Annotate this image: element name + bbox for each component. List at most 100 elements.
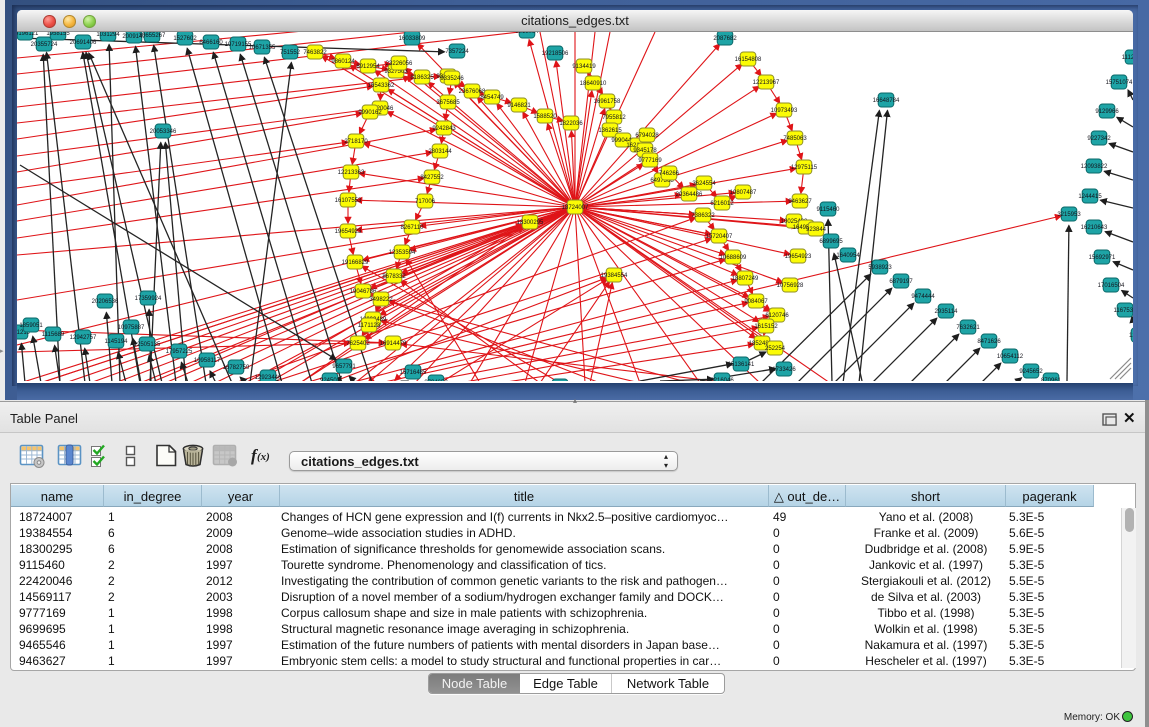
svg-text:19654923: 19654923	[785, 254, 812, 260]
svg-text:6120746: 6120746	[765, 313, 789, 319]
svg-text:923844: 923844	[806, 227, 827, 233]
svg-text:8186325: 8186325	[410, 75, 434, 81]
svg-text:1112045: 1112045	[1122, 55, 1133, 61]
svg-text:1145194: 1145194	[105, 339, 129, 345]
svg-text:1171123: 1171123	[358, 323, 381, 329]
svg-text:1615152: 1615152	[754, 324, 778, 330]
svg-text:1167533: 1167533	[1114, 308, 1133, 314]
svg-text:6466160: 6466160	[199, 40, 223, 46]
svg-text:18300295: 18300295	[517, 220, 544, 226]
svg-text:9227342: 9227342	[1087, 136, 1111, 142]
svg-text:20355724: 20355724	[31, 42, 58, 48]
svg-text:16154808: 16154808	[735, 57, 762, 63]
svg-text:120345: 120345	[1129, 333, 1133, 339]
svg-text:9860124: 9860124	[331, 59, 355, 65]
svg-text:2718170: 2718170	[344, 139, 368, 145]
svg-text:1822036: 1822036	[559, 121, 583, 127]
svg-text:252254: 252254	[765, 346, 786, 352]
svg-text:17016504: 17016504	[1098, 283, 1125, 289]
svg-text:12213967: 12213967	[753, 80, 780, 86]
svg-text:9335246: 9335246	[440, 76, 464, 82]
svg-text:15720407: 15720407	[706, 234, 733, 240]
svg-text:6216012: 6216012	[710, 201, 734, 207]
svg-text:10958117: 10958117	[194, 358, 221, 364]
svg-text:16210643: 16210643	[1081, 225, 1108, 231]
svg-text:20196121: 20196121	[17, 32, 39, 37]
svg-text:20364486: 20364486	[676, 192, 703, 198]
svg-text:18807249: 18807249	[732, 276, 759, 282]
svg-text:9084067: 9084067	[744, 299, 768, 305]
svg-text:746266: 746266	[659, 171, 680, 177]
svg-text:870961: 870961	[1041, 378, 1062, 381]
svg-text:3675685: 3675685	[436, 100, 460, 106]
svg-text:7485063: 7485063	[783, 136, 807, 142]
svg-text:16648784: 16648784	[873, 98, 900, 104]
svg-text:12353594: 12353594	[389, 250, 416, 256]
svg-text:9990162: 9990162	[358, 110, 382, 116]
svg-text:1859051: 1859051	[19, 323, 43, 329]
svg-text:9129966: 9129966	[1095, 109, 1119, 115]
svg-text:1031294: 1031294	[96, 32, 120, 38]
svg-text:10973493: 10973493	[771, 108, 798, 114]
svg-text:12923446: 12923446	[255, 375, 282, 381]
svg-text:1588520: 1588520	[533, 114, 557, 120]
svg-text:10655267: 10655267	[139, 33, 166, 39]
svg-text:20053346: 20053346	[150, 129, 177, 135]
svg-text:7632621: 7632621	[956, 325, 980, 331]
svg-text:15692971: 15692971	[1089, 255, 1116, 261]
svg-text:10671355: 10671355	[249, 45, 276, 51]
svg-text:9242843: 9242843	[432, 126, 456, 132]
svg-text:7955812: 7955812	[602, 115, 626, 121]
svg-text:9115460: 9115460	[817, 207, 841, 213]
svg-text:9146821: 9146821	[507, 103, 531, 109]
svg-text:17359924: 17359924	[135, 296, 162, 302]
svg-text:16914479: 16914479	[380, 341, 407, 347]
svg-text:6794028: 6794028	[635, 133, 659, 139]
svg-text:7386322: 7386322	[691, 213, 715, 219]
svg-text:9134419: 9134419	[572, 64, 596, 70]
svg-text:8267110: 8267110	[401, 225, 425, 231]
svg-text:15136141: 15136141	[728, 362, 755, 368]
svg-text:2803144: 2803144	[428, 149, 452, 155]
svg-text:9245652: 9245652	[1019, 369, 1043, 375]
svg-text:1958155: 1958155	[46, 32, 70, 37]
svg-text:23226056: 23226056	[386, 61, 413, 67]
svg-text:12213363: 12213363	[338, 170, 365, 176]
svg-text:16543362: 16543362	[368, 83, 395, 89]
svg-text:8794652: 8794652	[424, 380, 448, 381]
svg-text:19384554: 19384554	[601, 273, 628, 279]
svg-text:10654112: 10654112	[997, 354, 1024, 360]
svg-text:1733426: 1733426	[772, 367, 796, 373]
svg-text:8454749: 8454749	[480, 95, 504, 101]
svg-text:18724007: 18724007	[562, 205, 589, 211]
svg-text:8471626: 8471626	[977, 339, 1001, 345]
svg-text:15716485: 15716485	[400, 370, 427, 376]
svg-text:717006: 717006	[415, 199, 436, 205]
svg-text:3215953: 3215953	[1057, 212, 1081, 218]
svg-text:16782759: 16782759	[223, 365, 250, 371]
svg-text:1115689: 1115689	[42, 332, 65, 338]
svg-text:6899695: 6899695	[819, 239, 843, 245]
svg-text:16107553: 16107553	[335, 198, 362, 204]
svg-text:12505135: 12505135	[134, 342, 161, 348]
svg-text:8427552: 8427552	[420, 175, 444, 181]
svg-text:9474444: 9474444	[911, 294, 935, 300]
svg-text:1640954: 1640954	[836, 253, 860, 259]
svg-text:10975887: 10975887	[118, 325, 145, 331]
svg-text:924501: 924501	[320, 378, 341, 381]
svg-text:7625402: 7625402	[346, 341, 370, 347]
svg-text:10688609: 10688609	[720, 255, 747, 261]
svg-text:12942757: 12942757	[70, 335, 97, 341]
svg-text:6216046: 6216046	[710, 378, 734, 381]
svg-text:16033809: 16033809	[399, 36, 426, 42]
svg-text:16961758: 16961758	[594, 99, 621, 105]
svg-text:10807487: 10807487	[730, 190, 757, 196]
svg-text:9657791: 9657791	[332, 364, 356, 370]
svg-text:19166829: 19166829	[342, 260, 369, 266]
svg-text:7357224: 7357224	[445, 49, 469, 55]
svg-text:10756928: 10756928	[777, 283, 804, 289]
svg-text:3624554: 3624554	[692, 181, 716, 187]
svg-text:9777169: 9777169	[638, 158, 662, 164]
svg-text:2087682: 2087682	[713, 36, 737, 42]
svg-text:3498222: 3498222	[369, 297, 393, 303]
